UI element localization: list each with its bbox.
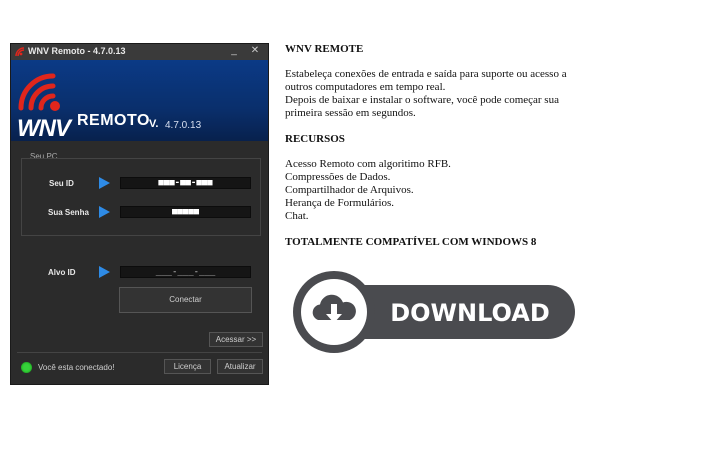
connect-button[interactable]: Conectar xyxy=(119,287,252,313)
resource-item: Chat. xyxy=(285,210,309,222)
acessar-button[interactable]: Acessar >> xyxy=(209,332,263,347)
alvo-id-label: Alvo ID xyxy=(48,268,76,277)
atualizar-button[interactable]: Atualizar xyxy=(217,359,263,374)
resource-item: Herança de Formulários. xyxy=(285,197,395,209)
seu-pc-group xyxy=(21,158,261,236)
arrow-right-icon xyxy=(99,177,110,189)
resource-item: Compressões de Dados. xyxy=(285,171,391,183)
status-text: Você esta conectado! xyxy=(38,363,115,372)
arrow-right-icon xyxy=(99,266,110,278)
article-title: WNV REMOTE xyxy=(285,43,364,55)
download-label: DOWNLOAD xyxy=(390,299,550,327)
status-dot-icon xyxy=(21,362,32,373)
sua-senha-field[interactable]: ■■■■■ xyxy=(120,206,251,218)
seu-id-field[interactable]: ■■■-■■-■■■ xyxy=(120,177,251,189)
divider xyxy=(17,352,262,353)
intro-line: outros computadores em tempo real. xyxy=(285,81,446,93)
resource-item: Acesso Remoto com algoritimo RFB. xyxy=(285,158,451,170)
close-icon[interactable]: ✕ xyxy=(245,44,265,59)
resource-item: Compartilhador de Arquivos. xyxy=(285,184,414,196)
svg-text:WNV: WNV xyxy=(17,115,73,141)
licenca-button[interactable]: Licença xyxy=(164,359,211,374)
title-bar[interactable]: WNV Remoto - 4.7.0.13 _ ✕ xyxy=(11,44,268,60)
minimize-icon[interactable]: _ xyxy=(224,44,244,59)
download-button[interactable]: DOWNLOAD xyxy=(290,268,578,356)
banner: WNV REMOTO V. 4.7.0.13 xyxy=(11,60,268,141)
sua-senha-label: Sua Senha xyxy=(48,208,89,217)
arrow-right-icon xyxy=(99,206,110,218)
alvo-id-input[interactable]: ___-___-___ xyxy=(120,266,251,278)
resources-title: RECURSOS xyxy=(285,133,345,145)
intro-line: primeira sessão em segundos. xyxy=(285,107,416,119)
intro-line: Depois de baixar e instalar o software, … xyxy=(285,94,559,106)
compat-heading: TOTALMENTE COMPATÍVEL COM WINDOWS 8 xyxy=(285,236,537,248)
intro-line: Estabeleça conexões de entrada e saída p… xyxy=(285,68,567,80)
wnv-logo-icon xyxy=(15,47,25,57)
app-window: WNV Remoto - 4.7.0.13 _ ✕ WNV REMOTO V. … xyxy=(10,43,269,385)
brand-version-prefix: V. xyxy=(149,118,159,130)
window-title: WNV Remoto - 4.7.0.13 xyxy=(28,46,126,56)
brand-version: 4.7.0.13 xyxy=(165,120,202,131)
brand-product: REMOTO xyxy=(77,112,150,129)
seu-id-label: Seu ID xyxy=(49,179,74,188)
